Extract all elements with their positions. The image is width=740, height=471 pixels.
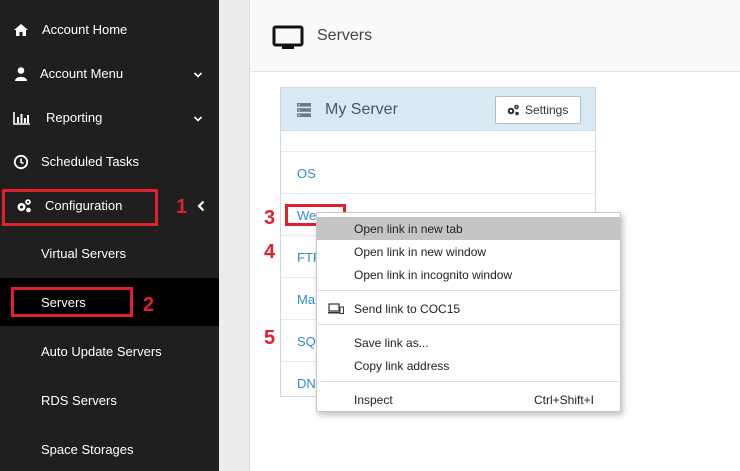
sidebar-item-label: Account Menu	[40, 66, 124, 81]
clock-icon	[13, 154, 29, 170]
page-title: Servers	[317, 27, 373, 44]
panel-title: My Server	[325, 101, 398, 118]
devices-icon	[328, 303, 344, 315]
sidebar-subitem-label: Space Storages	[41, 442, 134, 457]
annotation-number-4: 4	[264, 241, 276, 263]
sidebar-subitem-virtual-servers[interactable]: Virtual Servers	[0, 229, 219, 277]
gears-icon	[506, 103, 520, 117]
annotation-number-1: 1	[176, 196, 188, 218]
sidebar-item-account-home[interactable]: Account Home	[0, 10, 219, 50]
annotation-box-configuration	[2, 189, 158, 226]
menu-item-label: Save link as...	[354, 336, 429, 350]
annotation-number-5: 5	[264, 327, 276, 349]
sidebar-subitem-rds-servers[interactable]: RDS Servers	[0, 376, 219, 424]
menu-separator	[318, 381, 619, 382]
sidebar: Account Home Account Menu Reporting Sche…	[0, 0, 219, 471]
panel-row-link[interactable]: OS	[297, 166, 316, 181]
menu-item-label: Open link in new window	[354, 245, 487, 259]
menu-item-open-incognito[interactable]: Open link in incognito window	[317, 263, 620, 286]
sidebar-subitem-auto-update-servers[interactable]: Auto Update Servers	[0, 327, 219, 375]
menu-item-label: Copy link address	[354, 359, 450, 373]
sidebar-item-label: Account Home	[42, 22, 128, 37]
panel-row-os[interactable]: OS	[281, 151, 595, 193]
settings-button-label: Settings	[525, 103, 569, 117]
menu-item-label: Open link in incognito window	[354, 268, 513, 282]
chevron-down-icon	[193, 68, 203, 78]
sidebar-item-account-menu[interactable]: Account Menu	[0, 54, 219, 94]
menu-item-label: Inspect	[354, 393, 393, 407]
menu-item-label: Open link in new tab	[354, 222, 463, 236]
sidebar-subitem-space-storages[interactable]: Space Storages	[0, 425, 219, 471]
annotation-number-3: 3	[264, 207, 276, 229]
monitor-icon	[272, 25, 304, 51]
annotation-box-servers	[11, 287, 133, 317]
annotation-number-2: 2	[143, 294, 155, 316]
chart-icon	[13, 110, 30, 126]
panel-header: My Server Settings	[281, 88, 595, 131]
sidebar-item-scheduled-tasks[interactable]: Scheduled Tasks	[0, 142, 219, 182]
menu-item-inspect[interactable]: Inspect Ctrl+Shift+I	[317, 388, 620, 411]
chevron-left-icon	[196, 200, 206, 212]
home-icon	[13, 22, 29, 38]
sidebar-subitem-label: Virtual Servers	[41, 246, 127, 261]
sidebar-item-label: Reporting	[46, 110, 103, 125]
menu-item-open-new-window[interactable]: Open link in new window	[317, 240, 620, 263]
sidebar-subitem-label: Auto Update Servers	[41, 344, 162, 359]
sidebar-subitem-label: RDS Servers	[41, 393, 117, 408]
chevron-down-icon	[193, 112, 203, 122]
sidebar-item-reporting[interactable]: Reporting	[0, 98, 219, 138]
menu-item-save-link-as[interactable]: Save link as...	[317, 331, 620, 354]
menu-separator	[318, 324, 619, 325]
panel-row-link[interactable]: Ma	[297, 292, 315, 307]
menu-item-copy-link-address[interactable]: Copy link address	[317, 354, 620, 377]
menu-item-send-link[interactable]: Send link to COC15	[317, 297, 620, 320]
panel-row-link[interactable]: DN	[297, 376, 316, 391]
settings-button[interactable]: Settings	[495, 96, 581, 124]
menu-item-label: Send link to COC15	[354, 302, 461, 316]
menu-item-shortcut: Ctrl+Shift+I	[533, 393, 594, 407]
server-icon	[296, 102, 312, 118]
user-icon	[13, 66, 29, 82]
menu-separator	[318, 290, 619, 291]
menu-item-open-new-tab[interactable]: Open link in new tab	[317, 217, 620, 240]
context-menu: Open link in new tab Open link in new wi…	[316, 212, 621, 412]
sidebar-item-label: Scheduled Tasks	[41, 154, 140, 169]
